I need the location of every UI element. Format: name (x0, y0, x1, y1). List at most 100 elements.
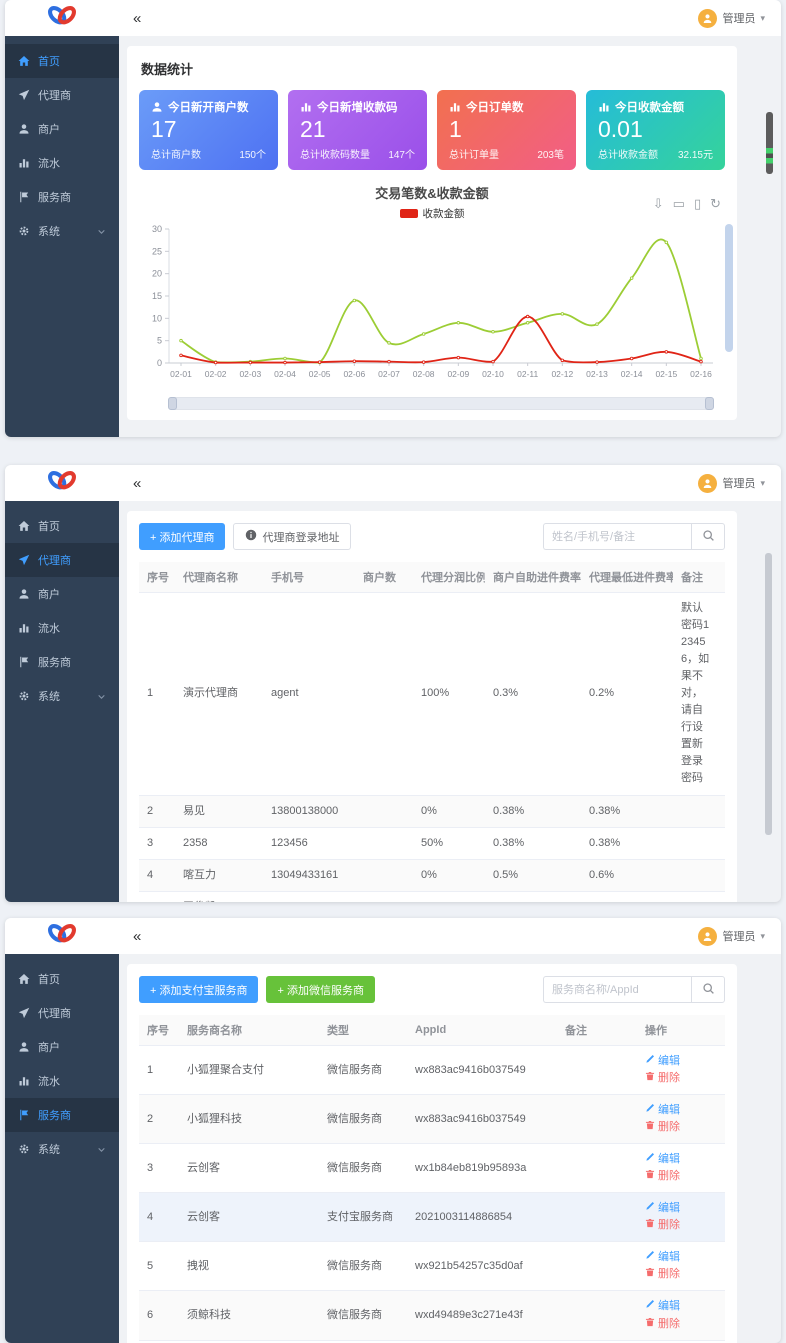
table-cell: 3 (139, 1144, 179, 1193)
svg-text:20: 20 (152, 269, 162, 279)
sidebar-item-providers[interactable]: 服务商 (5, 645, 119, 679)
table-cell: wx1b84eb819b95893a (407, 1144, 557, 1193)
sidebar-item-system[interactable]: 系统 (5, 214, 119, 248)
user-menu[interactable]: 管理员 ▾ (698, 927, 765, 946)
delete-button[interactable]: 删除 (645, 1168, 680, 1185)
table-cell: 微信服务商 (319, 1046, 407, 1095)
datazoom-right-handle[interactable] (705, 397, 714, 410)
sidebar-item-merchants[interactable]: 商户 (5, 112, 119, 146)
edit-button[interactable]: 编辑 (645, 1298, 680, 1315)
edit-button[interactable]: 编辑 (645, 1053, 680, 1070)
table-cell-actions: 编辑删除 (637, 1193, 725, 1242)
delete-button[interactable]: 删除 (645, 1070, 680, 1087)
page-scrollbar-thumb[interactable] (766, 112, 773, 174)
screen-providers: « 管理员 ▾ 首页代理商商户流水服务商系统 + 添加支付宝服务商 + 添加微信… (5, 918, 781, 1343)
sidebar-collapse-button[interactable]: « (133, 476, 141, 491)
data-view-icon[interactable]: ▭ (673, 197, 685, 210)
sidebar-item-home[interactable]: 首页 (5, 509, 119, 543)
table-cell: 微信服务商 (319, 1095, 407, 1144)
home-icon (18, 520, 30, 532)
column-header: AppId (407, 1015, 557, 1046)
user-menu[interactable]: 管理员 ▾ (698, 474, 765, 493)
table-cell (557, 1291, 637, 1340)
legend-swatch (400, 209, 418, 218)
edit-icon (645, 1298, 655, 1315)
user-name: 管理员 (722, 475, 755, 491)
sidebar-item-system[interactable]: 系统 (5, 1132, 119, 1166)
sidebar-item-flow[interactable]: 流水 (5, 1064, 119, 1098)
sidebar-item-agents[interactable]: 代理商 (5, 996, 119, 1030)
chevron-down-icon (97, 692, 106, 701)
save-image-icon[interactable]: ⇩ (653, 197, 664, 210)
table-cell: 0.38% (581, 827, 673, 859)
bar-chart-icon (300, 101, 312, 113)
stat-card-foot-label: 总计订单量 (449, 146, 499, 161)
search-input[interactable] (543, 976, 691, 1003)
sidebar-item-label: 系统 (38, 688, 60, 704)
table-cell: 0.2% (581, 593, 673, 796)
legend-label: 收款金额 (423, 206, 465, 221)
chart-scrollbar-thumb[interactable] (725, 224, 733, 352)
search-button[interactable] (691, 523, 725, 550)
providers-table: 序号服务商名称类型AppId备注操作1小狐狸聚合支付微信服务商wx883ac94… (139, 1015, 725, 1343)
page-scrollbar-thumb[interactable] (765, 553, 772, 835)
table-row: 6须鲸科技微信服务商wxd49489e3c271e43f编辑删除 (139, 1291, 725, 1340)
chevron-down-icon (97, 1145, 106, 1154)
stat-card-title: 今日新增收款码 (317, 99, 398, 115)
sidebar-item-label: 服务商 (38, 189, 71, 205)
sidebar-item-home[interactable]: 首页 (5, 962, 119, 996)
svg-text:02-02: 02-02 (205, 369, 227, 379)
table-cell: 0.5% (485, 859, 581, 891)
chart-title: 交易笔数&收款金额 (139, 183, 725, 202)
search-input[interactable] (543, 523, 691, 550)
sidebar-collapse-button[interactable]: « (133, 929, 141, 944)
add-agent-button[interactable]: + 添加代理商 (139, 523, 225, 550)
search-button[interactable] (691, 976, 725, 1003)
sidebar-item-system[interactable]: 系统 (5, 679, 119, 713)
datazoom-slider[interactable] (169, 397, 713, 410)
sidebar: 首页代理商商户流水服务商系统 (5, 501, 119, 902)
table-cell: 微信服务商 (319, 1242, 407, 1291)
sidebar-item-label: 首页 (38, 53, 60, 69)
stat-card-1: 今日新开商户数17总计商户数150个 (139, 90, 278, 170)
refresh-icon[interactable]: ↻ (710, 197, 721, 210)
chart-legend-item[interactable]: 收款金额 (139, 206, 725, 221)
sidebar-item-home[interactable]: 首页 (5, 44, 119, 78)
sidebar-item-flow[interactable]: 流水 (5, 611, 119, 645)
app-logo[interactable] (5, 468, 119, 499)
stat-cards-row: 今日新开商户数17总计商户数150个今日新增收款码21总计收款码数量147个今日… (139, 90, 725, 170)
add-alipay-provider-button[interactable]: + 添加支付宝服务商 (139, 976, 258, 1003)
edit-button[interactable]: 编辑 (645, 1151, 680, 1168)
add-wechat-provider-button[interactable]: + 添加微信服务商 (266, 976, 374, 1003)
delete-button[interactable]: 删除 (645, 1217, 680, 1234)
restore-icon[interactable]: ▯ (694, 197, 701, 210)
delete-button[interactable]: 删除 (645, 1119, 680, 1136)
sidebar-item-agents[interactable]: 代理商 (5, 78, 119, 112)
sidebar-item-merchants[interactable]: 商户 (5, 1030, 119, 1064)
datazoom-left-handle[interactable] (168, 397, 177, 410)
edit-button[interactable]: 编辑 (645, 1102, 680, 1119)
sidebar-collapse-button[interactable]: « (133, 11, 141, 26)
edit-button[interactable]: 编辑 (645, 1249, 680, 1266)
table-cell: 云创客 (179, 1193, 319, 1242)
table-cell: 0% (413, 891, 485, 902)
delete-button[interactable]: 删除 (645, 1266, 680, 1283)
agent-login-url-button[interactable]: 代理商登录地址 (233, 523, 351, 550)
app-logo[interactable] (5, 3, 119, 34)
user-menu[interactable]: 管理员 ▾ (698, 9, 765, 28)
delete-button[interactable]: 删除 (645, 1316, 680, 1333)
sidebar-item-providers[interactable]: 服务商 (5, 180, 119, 214)
table-row: 2易见138001380000%0.38%0.38%2 (139, 795, 725, 827)
sidebar-item-agents[interactable]: 代理商 (5, 543, 119, 577)
app-logo[interactable] (5, 921, 119, 952)
sidebar-item-merchants[interactable]: 商户 (5, 577, 119, 611)
table-cell: 支付宝服务商 (319, 1193, 407, 1242)
chart-toolbox: ⇩ ▭ ▯ ↻ (653, 197, 721, 210)
sidebar-item-flow[interactable]: 流水 (5, 146, 119, 180)
stat-card-foot-value: 147个 (388, 146, 415, 161)
edit-button[interactable]: 编辑 (645, 1200, 680, 1217)
svg-text:02-06: 02-06 (343, 369, 365, 379)
user-icon (18, 588, 30, 600)
screen-agents: « 管理员 ▾ 首页代理商商户流水服务商系统 + 添加代理商 代理商登录地址 (5, 465, 781, 902)
sidebar-item-providers[interactable]: 服务商 (5, 1098, 119, 1132)
